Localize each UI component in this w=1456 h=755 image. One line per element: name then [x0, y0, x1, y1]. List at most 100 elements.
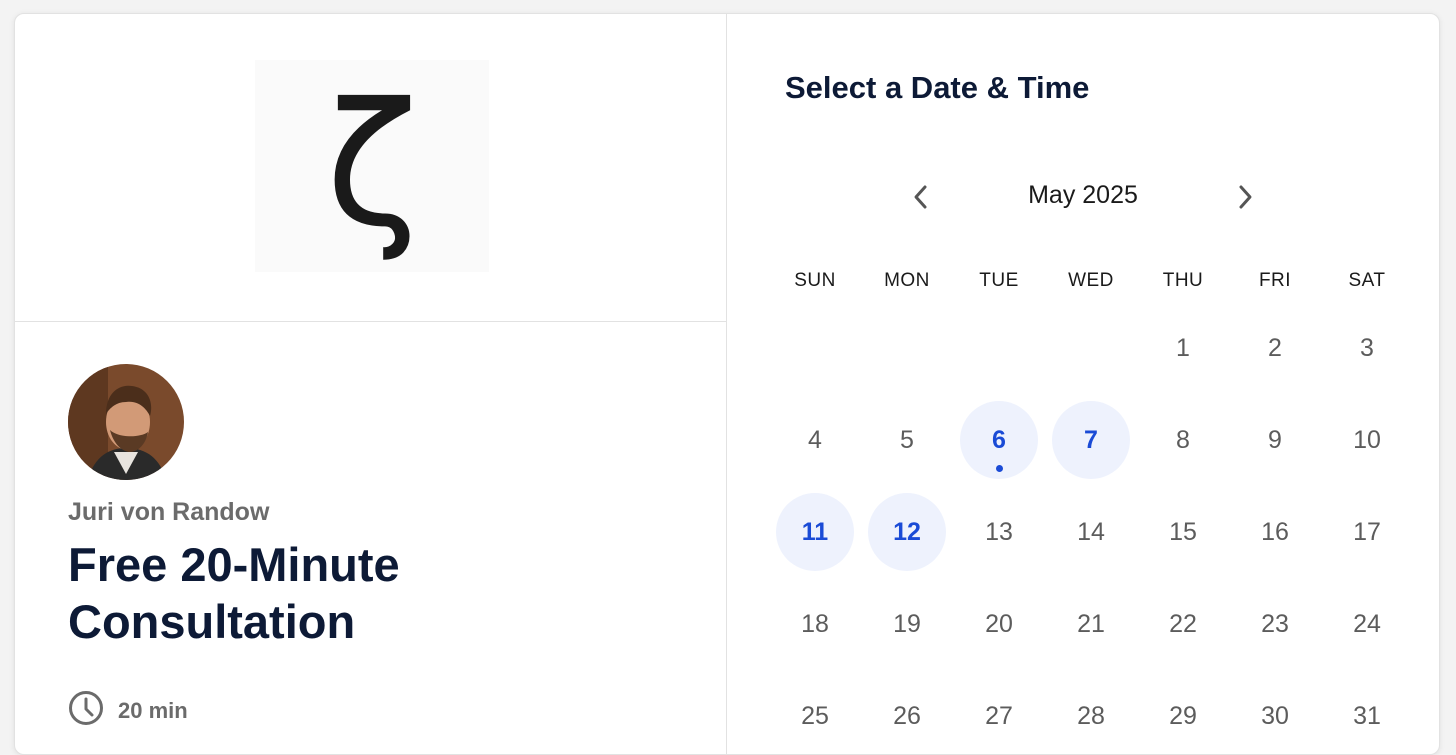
- company-logo: ζ: [255, 60, 489, 272]
- day-number: 16: [1261, 517, 1289, 546]
- unavailable-day: 25: [801, 702, 829, 731]
- calendar-cell: 14: [1045, 486, 1137, 578]
- avatar: [68, 364, 184, 480]
- day-number: 7: [1084, 425, 1098, 454]
- unavailable-day: 14: [1077, 518, 1105, 547]
- calendar-cell: 16: [1229, 486, 1321, 578]
- day-number: 2: [1268, 333, 1282, 362]
- day-number: 6: [992, 425, 1006, 454]
- day-number: 15: [1169, 517, 1197, 546]
- weekday-label: MON: [884, 270, 930, 291]
- day-number: 14: [1077, 517, 1105, 546]
- calendar-cell: 4: [769, 394, 861, 486]
- unavailable-day: 19: [893, 610, 921, 639]
- today-indicator-dot: [995, 465, 1003, 472]
- calendar-cell: 27: [953, 670, 1045, 754]
- calendar-cell: [861, 302, 953, 394]
- day-number: 23: [1261, 609, 1289, 638]
- calendar-cell: 24: [1321, 578, 1413, 670]
- calendar-cell: 23: [1229, 578, 1321, 670]
- calendar-cell: 25: [769, 670, 861, 754]
- day-number: 9: [1268, 425, 1282, 454]
- unavailable-day: 20: [985, 610, 1013, 639]
- zeta-logo-glyph: ζ: [325, 67, 419, 265]
- weekday-label: WED: [1068, 270, 1114, 291]
- weekday-label: THU: [1162, 270, 1204, 291]
- unavailable-day: 26: [893, 702, 921, 731]
- calendar-cell: 13: [953, 486, 1045, 578]
- unavailable-day: 28: [1077, 702, 1105, 731]
- day-number: 19: [893, 609, 921, 638]
- day-number: 11: [801, 517, 829, 546]
- calendar-cell: 12: [861, 486, 953, 578]
- unavailable-day: 27: [985, 702, 1013, 731]
- unavailable-day: 29: [1169, 702, 1197, 731]
- calendar-cell: 5: [861, 394, 953, 486]
- unavailable-day: 31: [1353, 702, 1381, 731]
- calendar-cell: 29: [1137, 670, 1229, 754]
- day-number: 8: [1176, 425, 1190, 454]
- available-day-button[interactable]: 7: [1052, 401, 1130, 479]
- duration-label: 20 min: [118, 697, 188, 723]
- logo-area: ζ: [15, 14, 726, 322]
- calendar-cell: 11: [769, 486, 861, 578]
- unavailable-day: 10: [1353, 426, 1381, 455]
- calendar-cell: 26: [861, 670, 953, 754]
- day-number: 29: [1169, 701, 1197, 730]
- calendar-cell: 3: [1321, 302, 1413, 394]
- unavailable-day: 8: [1176, 426, 1190, 455]
- day-number: 17: [1353, 517, 1381, 546]
- month-navigation: May 2025: [727, 177, 1439, 217]
- unavailable-day: 17: [1353, 518, 1381, 547]
- calendar-cell: 17: [1321, 486, 1413, 578]
- unavailable-day: 15: [1169, 518, 1197, 547]
- event-title: Free 20-Minute Consultation: [68, 538, 400, 648]
- calendar-cell: 2: [1229, 302, 1321, 394]
- unavailable-day: 24: [1353, 610, 1381, 639]
- calendar-cell: 30: [1229, 670, 1321, 754]
- calendar-cell: [769, 302, 861, 394]
- unavailable-day: 16: [1261, 518, 1289, 547]
- calendar-cell: [1045, 302, 1137, 394]
- day-number: 5: [900, 425, 914, 454]
- unavailable-day: 13: [985, 518, 1013, 547]
- unavailable-day: 21: [1077, 610, 1105, 639]
- event-details-panel: ζ Juri von Randow Free 20-Minute Consult…: [15, 14, 727, 754]
- calendar-cell: 9: [1229, 394, 1321, 486]
- available-day-button[interactable]: 6: [960, 401, 1038, 479]
- day-number: 27: [985, 701, 1013, 730]
- weekday-label: SUN: [794, 270, 836, 291]
- day-number: 3: [1360, 333, 1374, 362]
- available-day-button[interactable]: 11: [776, 493, 854, 571]
- calendar-cell: 21: [1045, 578, 1137, 670]
- calendar-cell: [953, 302, 1045, 394]
- weekday-label: SAT: [1348, 270, 1386, 291]
- booking-card: ζ Juri von Randow Free 20-Minute Consult…: [14, 13, 1440, 755]
- unavailable-day: 18: [801, 610, 829, 639]
- unavailable-day: 23: [1261, 610, 1289, 639]
- calendar-cell: 10: [1321, 394, 1413, 486]
- day-number: 31: [1353, 701, 1381, 730]
- duration-row: 20 min: [68, 690, 188, 731]
- day-number: 28: [1077, 701, 1105, 730]
- unavailable-day: 2: [1268, 334, 1282, 363]
- calendar-cell: 15: [1137, 486, 1229, 578]
- unavailable-day: 22: [1169, 610, 1197, 639]
- unavailable-day: 3: [1360, 334, 1374, 363]
- unavailable-day: 9: [1268, 426, 1282, 455]
- day-number: 1: [1176, 333, 1190, 362]
- day-number: 12: [893, 517, 921, 546]
- month-label: May 2025: [1028, 181, 1138, 209]
- weekday-label: TUE: [979, 270, 1019, 291]
- calendar-cell: 7: [1045, 394, 1137, 486]
- available-day-button[interactable]: 12: [868, 493, 946, 571]
- picker-heading: Select a Date & Time: [785, 70, 1090, 105]
- chevron-left-icon: [914, 185, 927, 209]
- next-month-button[interactable]: [1229, 181, 1261, 213]
- day-number: 20: [985, 609, 1013, 638]
- unavailable-day: 4: [808, 426, 822, 455]
- calendar-cell: 1: [1137, 302, 1229, 394]
- day-number: 24: [1353, 609, 1381, 638]
- previous-month-button[interactable]: [905, 181, 937, 213]
- day-number: 25: [801, 701, 829, 730]
